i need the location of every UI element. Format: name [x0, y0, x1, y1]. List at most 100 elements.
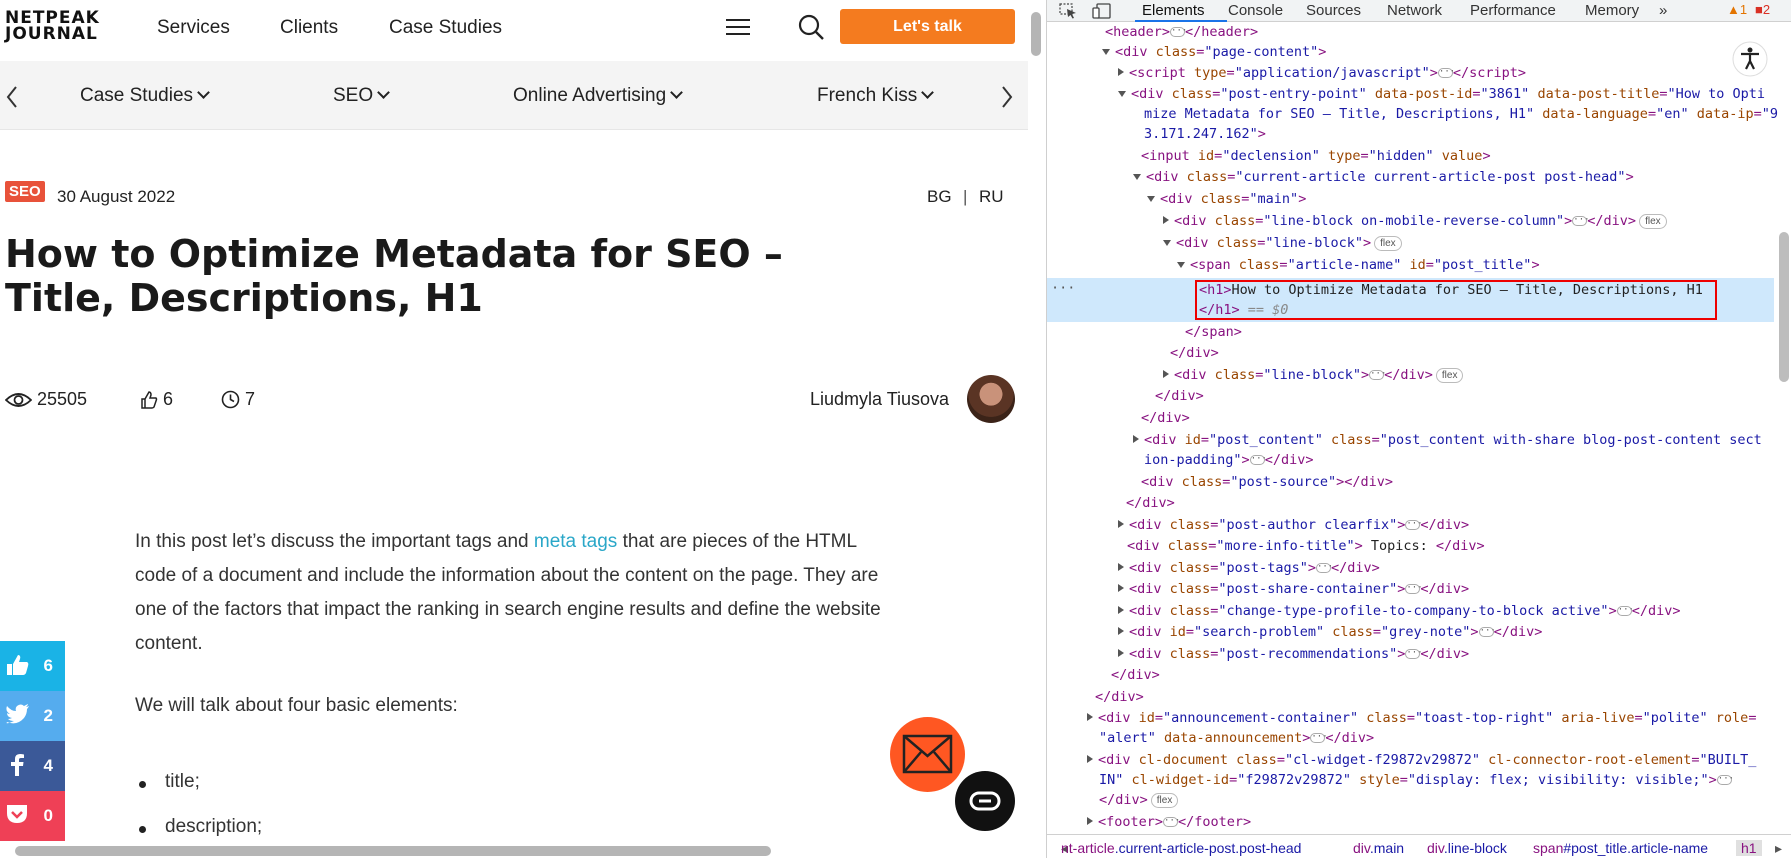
node-actions-ellipsis[interactable]: ··· — [1051, 278, 1075, 298]
tree-node[interactable]: <div class="post-entry-point" data-post-… — [1118, 84, 1765, 104]
accessibility-icon[interactable] — [1731, 40, 1769, 78]
chat-widget-button[interactable] — [955, 771, 1015, 831]
site-header: NETPEAK JOURNAL Services Clients Case St… — [0, 0, 1030, 56]
newsletter-button[interactable] — [890, 717, 965, 792]
read-time: 7 — [221, 389, 255, 410]
tree-node-close: </div> — [1126, 495, 1175, 511]
chevron-down-icon — [670, 86, 684, 99]
tab-console[interactable]: Console — [1228, 2, 1283, 19]
scrollbar-thumb[interactable] — [15, 846, 771, 856]
list-item: description; — [138, 816, 263, 837]
page-horizontal-scrollbar[interactable] — [0, 842, 1044, 858]
tree-node[interactable]: <div class="main"> — [1147, 189, 1306, 209]
twitter-icon — [6, 704, 29, 724]
article-title: How to Optimize Metadata for SEO – Title… — [5, 232, 783, 320]
breadcrumb-item[interactable]: nt-article.current-article-post.post-hea… — [1061, 840, 1301, 856]
tab-network[interactable]: Network — [1387, 2, 1442, 19]
warnings-badge[interactable]: ▲1 — [1727, 2, 1747, 17]
tree-node[interactable]: <div cl-document class="cl-widget-f29872… — [1087, 750, 1756, 770]
category-seo[interactable]: SEO — [333, 85, 390, 107]
category-case-studies[interactable]: Case Studies — [80, 85, 210, 107]
tree-node[interactable]: <div class="post-source"></div> — [1141, 472, 1393, 492]
tree-node[interactable]: <div id="announcement-container" class="… — [1087, 708, 1756, 728]
scrollbar-thumb[interactable] — [1031, 12, 1041, 56]
category-badge[interactable]: SEO — [5, 181, 45, 202]
nav-clients[interactable]: Clients — [280, 17, 338, 39]
nav-services[interactable]: Services — [157, 17, 230, 39]
elements-vertical-scrollbar[interactable] — [1776, 22, 1791, 830]
chevron-down-icon — [921, 86, 935, 99]
tab-sources[interactable]: Sources — [1306, 2, 1361, 19]
more-tabs-button[interactable]: » — [1659, 2, 1667, 19]
crumb-tag: div — [1353, 840, 1370, 856]
tree-node[interactable]: <span class="article-name" id="post_titl… — [1177, 255, 1540, 275]
breadcrumb-item[interactable]: div.main — [1353, 840, 1404, 856]
breadcrumb-item[interactable]: div.line-block — [1427, 840, 1507, 856]
lets-talk-button[interactable]: Let's talk — [840, 9, 1015, 44]
share-twitter-button[interactable]: 2 — [0, 691, 65, 741]
menu-icon[interactable] — [726, 19, 750, 37]
errors-badge[interactable]: ■2 — [1755, 2, 1770, 17]
tree-node[interactable]: <div id="post_content" class="post_conte… — [1133, 430, 1762, 450]
logo-line-2: JOURNAL — [5, 24, 98, 44]
tree-node[interactable]: <input id="declension" type="hidden" val… — [1141, 146, 1491, 166]
author-avatar[interactable] — [967, 375, 1015, 423]
tree-node-continued: </div> flex — [1099, 790, 1179, 810]
share-pocket-button[interactable]: 0 — [0, 791, 65, 841]
crumb-class: .main — [1369, 840, 1405, 856]
category-label: Case Studies — [80, 85, 194, 106]
tree-node[interactable]: <div class="page-content"> — [1102, 42, 1326, 62]
category-label: SEO — [333, 85, 374, 106]
lang-ru-link[interactable]: RU — [979, 187, 1004, 207]
tree-node[interactable]: <div class="change-type-profile-to-compa… — [1118, 601, 1680, 621]
category-label: French Kiss — [817, 85, 918, 106]
tab-elements[interactable]: Elements — [1142, 2, 1205, 19]
tree-node[interactable]: <div class="line-block"> flex — [1163, 233, 1402, 253]
site-logo[interactable]: NETPEAK JOURNAL — [5, 10, 100, 44]
search-icon[interactable] — [797, 13, 825, 41]
tree-node[interactable]: <div class="post-share-container">···</d… — [1118, 579, 1469, 599]
category-online-advertising[interactable]: Online Advertising — [513, 85, 684, 107]
tab-memory[interactable]: Memory — [1585, 2, 1639, 19]
thumbs-up-icon — [7, 655, 29, 675]
breadcrumb-item-active[interactable]: h1 — [1736, 840, 1762, 856]
author-name[interactable]: Liudmyla Tiusova — [810, 389, 949, 410]
tree-node[interactable]: <div class="post-tags">···</div> — [1118, 558, 1380, 578]
breadcrumb-scroll-right[interactable]: ▸ — [1775, 840, 1782, 857]
category-bar: Case Studies SEO Online Advertising Fren… — [0, 61, 1030, 130]
device-toolbar-icon[interactable] — [1092, 3, 1112, 19]
scrollbar-thumb[interactable] — [1779, 232, 1789, 382]
share-facebook-button[interactable]: 4 — [0, 741, 65, 791]
category-french-kiss[interactable]: French Kiss — [817, 85, 935, 107]
like-count: 6 — [43, 656, 53, 675]
chevron-right-icon[interactable] — [1001, 85, 1013, 109]
tree-node[interactable]: <header>···</header> — [1105, 22, 1258, 42]
tree-node[interactable]: <div class="post-recommendations">···</d… — [1118, 644, 1469, 664]
page-vertical-scrollbar[interactable] — [1028, 0, 1044, 840]
crumb-tag: nt-article — [1061, 840, 1115, 856]
web-page-viewport: NETPEAK JOURNAL Services Clients Case St… — [0, 0, 1044, 858]
tree-node[interactable]: <div class="line-block on-mobile-reverse… — [1163, 211, 1667, 231]
chat-icon — [969, 791, 1001, 811]
facebook-count: 4 — [43, 756, 53, 775]
tree-node-continued: IN" cl-widget-id="f29872v29872" style="d… — [1099, 772, 1735, 788]
likes-count[interactable]: 6 — [140, 389, 173, 410]
inspect-element-icon[interactable] — [1059, 3, 1077, 19]
tab-performance[interactable]: Performance — [1470, 2, 1556, 19]
meta-tags-link[interactable]: meta tags — [534, 531, 617, 552]
chevron-left-icon[interactable] — [6, 85, 18, 109]
tree-node[interactable]: <div id="search-problem" class="grey-not… — [1118, 622, 1542, 642]
tree-node[interactable]: <div class="more-info-title"> Topics: </… — [1127, 536, 1485, 556]
nav-case-studies[interactable]: Case Studies — [389, 17, 502, 39]
devtools-panel: Elements Console Sources Network Perform… — [1046, 0, 1791, 858]
tree-node[interactable]: <div class="line-block">···</div> flex — [1163, 365, 1464, 385]
paragraph-text: In this post let’s discuss the important… — [135, 531, 534, 552]
share-like-button[interactable]: 6 — [0, 641, 65, 691]
tree-node[interactable]: <footer>···</footer> — [1087, 812, 1251, 830]
likes-value: 6 — [163, 389, 174, 409]
tree-node[interactable]: <div class="post-author clearfix">···</d… — [1118, 515, 1469, 535]
tree-node[interactable]: <script type="application/javascript">··… — [1118, 63, 1526, 83]
breadcrumb-item[interactable]: span#post_title.article-name — [1533, 840, 1708, 856]
lang-bg-link[interactable]: BG — [927, 187, 952, 207]
tree-node[interactable]: <div class="current-article current-arti… — [1133, 167, 1634, 187]
